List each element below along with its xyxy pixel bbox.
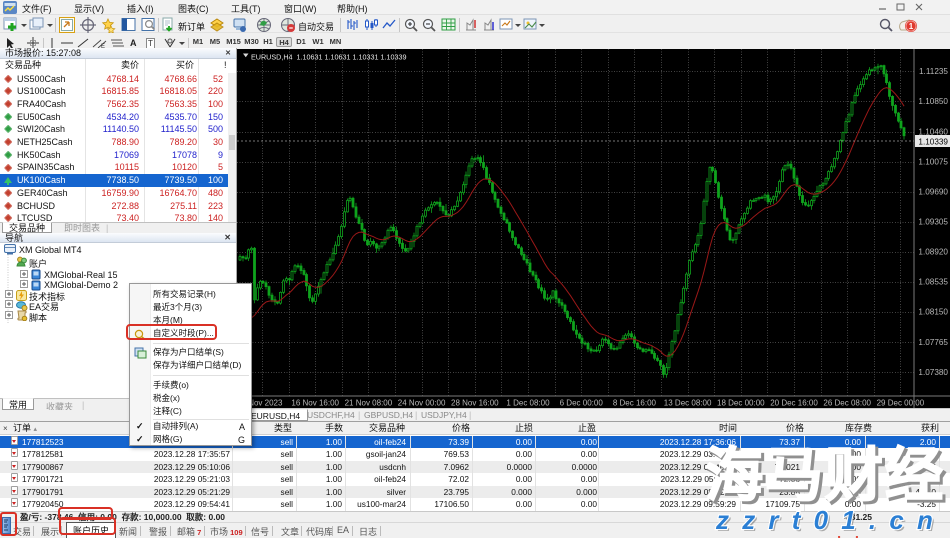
svg-text:6 Dec 00:00: 6 Dec 00:00	[560, 399, 604, 408]
svg-text:zzrt01.cn: zzrt01.cn	[715, 505, 946, 535]
svg-text:24 Nov 00:00: 24 Nov 00:00	[398, 399, 446, 408]
svg-text:1 Dec 08:00: 1 Dec 08:00	[506, 399, 550, 408]
svg-text:1.08535: 1.08535	[918, 278, 948, 287]
svg-text:1.09305: 1.09305	[918, 218, 948, 227]
svg-text:20 Dec 16:00: 20 Dec 16:00	[770, 399, 818, 408]
svg-text:16 Nov 16:00: 16 Nov 16:00	[291, 399, 339, 408]
svg-text:EURUSD,H4 1.10631 1.10631 1.1: EURUSD,H4 1.10631 1.10631 1.10331 1.1033…	[251, 53, 406, 62]
svg-text:18 Dec 00:00: 18 Dec 00:00	[717, 399, 765, 408]
svg-text:26 Dec 08:00: 26 Dec 08:00	[823, 399, 871, 408]
svg-text:1.10075: 1.10075	[918, 158, 948, 167]
svg-text:28 Nov 16:00: 28 Nov 16:00	[451, 399, 499, 408]
svg-text:1.08920: 1.08920	[918, 248, 948, 257]
svg-text:1.11235: 1.11235	[919, 67, 948, 76]
svg-text:21 Nov 08:00: 21 Nov 08:00	[345, 399, 393, 408]
svg-text:1.07380: 1.07380	[918, 368, 948, 377]
svg-text:8 Dec 16:00: 8 Dec 16:00	[613, 399, 657, 408]
svg-text:13 Dec 08:00: 13 Dec 08:00	[664, 399, 712, 408]
svg-text:海马财经: 海马财经	[705, 443, 945, 508]
svg-text:29 Dec 00:00: 29 Dec 00:00	[877, 399, 925, 408]
svg-text:1.08150: 1.08150	[918, 308, 948, 317]
svg-text:1.09690: 1.09690	[918, 188, 948, 197]
svg-text:1.10339: 1.10339	[918, 138, 948, 147]
svg-text:1: 1	[909, 22, 914, 31]
svg-text:1.07765: 1.07765	[918, 338, 948, 347]
svg-text:1.10850: 1.10850	[918, 97, 948, 106]
